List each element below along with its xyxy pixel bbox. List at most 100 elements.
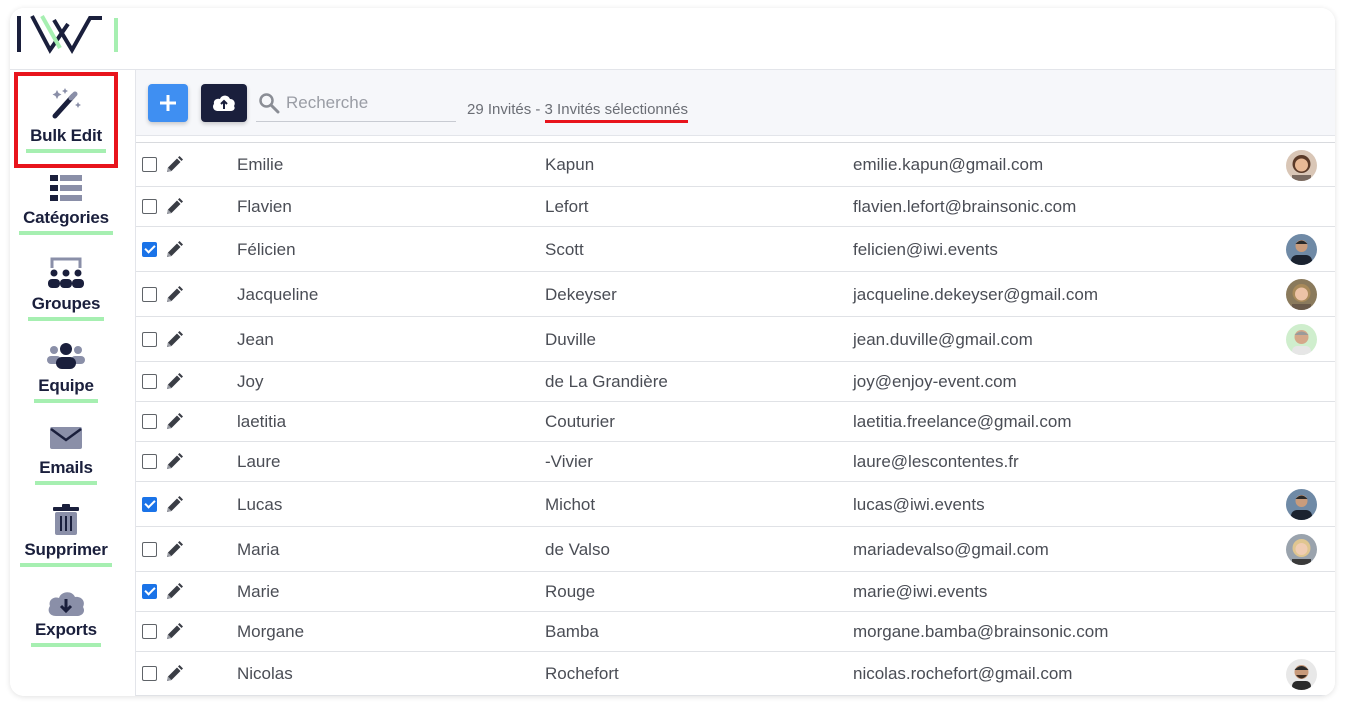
- team-icon: [47, 343, 85, 369]
- list-icon: [50, 175, 82, 201]
- row-checkbox[interactable]: [142, 286, 157, 302]
- app-window: Bulk Edit Catégories Groupes Equipe Emai…: [10, 8, 1335, 696]
- import-button[interactable]: [201, 84, 247, 122]
- last-name-cell: Couturier: [545, 412, 615, 431]
- first-name-cell: Flavien: [237, 197, 292, 216]
- table-row: Jacqueline Dekeyser jacqueline.dekeyser@gm…: [136, 272, 1335, 317]
- edit-pencil-icon[interactable]: [164, 285, 184, 305]
- table-row: Jean Duville jean.duville@gmail.com: [136, 317, 1335, 362]
- first-name-cell: Joy: [237, 372, 264, 391]
- email-cell: jacqueline.dekeyser@gmail.com: [853, 284, 1098, 304]
- email-cell: laure@lescontentes.fr: [853, 452, 1019, 471]
- row-checkbox[interactable]: [142, 331, 157, 347]
- edit-pencil-icon[interactable]: [164, 540, 184, 560]
- envelope-icon: [50, 427, 82, 449]
- email-cell: emilie.kapun@gmail.com: [853, 155, 1044, 174]
- first-name-cell: Morgane: [237, 622, 305, 641]
- row-checkbox[interactable]: [142, 496, 157, 512]
- last-name-cell: -Vivier: [545, 452, 593, 471]
- email-cell: nicolas.rochefort@gmail.com: [853, 664, 1073, 683]
- toolbar: 29 Invités - 3 Invités sélectionnés: [136, 70, 1335, 136]
- first-name-cell: Jacqueline: [237, 284, 319, 304]
- row-checkbox[interactable]: [142, 241, 157, 257]
- selected-count: 3 Invités sélectionnés: [544, 101, 688, 123]
- edit-pencil-icon[interactable]: [164, 495, 184, 515]
- edit-pencil-icon[interactable]: [164, 372, 184, 392]
- table-row: Maria de Valso mariadevalso@gmail.com: [136, 527, 1335, 572]
- last-name-cell: Duville: [545, 329, 597, 349]
- row-checkbox[interactable]: [142, 374, 157, 389]
- first-name-cell: Lucas: [237, 494, 283, 514]
- plus-icon: [160, 95, 176, 111]
- sidebar-item-delete[interactable]: Supprimer: [10, 504, 122, 567]
- edit-pencil-icon[interactable]: [164, 622, 184, 642]
- trash-icon: [53, 504, 79, 535]
- cloud-download-icon: [48, 592, 85, 616]
- email-cell: lucas@iwi.events: [853, 494, 985, 514]
- last-name-cell: Lefort: [545, 197, 589, 216]
- edit-pencil-icon[interactable]: [164, 155, 184, 175]
- sidebar-item-label: Supprimer: [20, 540, 112, 567]
- table-row: Nicolas Rochefort nicolas.rochefort@gmail.…: [136, 652, 1335, 696]
- top-bar: [10, 8, 1335, 70]
- cloud-upload-icon: [213, 95, 235, 111]
- table-row: Emilie Kapun emilie.kapun@gmail.com: [136, 143, 1335, 187]
- add-guest-button[interactable]: [148, 84, 188, 122]
- iwi-logo: [17, 15, 118, 54]
- table-row: Morgane Bamba morgane.bamba@brainsonic.com: [136, 612, 1335, 652]
- last-name-cell: Michot: [545, 494, 596, 514]
- email-cell: laetitia.freelance@gmail.com: [853, 412, 1072, 431]
- table-row: Flavien Lefort flavien.lefort@brainsonic.c…: [136, 187, 1335, 227]
- row-checkbox[interactable]: [142, 624, 157, 639]
- row-checkbox[interactable]: [142, 414, 157, 429]
- table-row: Lucas Michot lucas@iwi.events: [136, 482, 1335, 527]
- last-name-cell: Scott: [545, 239, 584, 259]
- edit-pencil-icon[interactable]: [164, 330, 184, 350]
- sidebar-item-label: Groupes: [27, 294, 105, 321]
- last-name-cell: Kapun: [545, 155, 595, 174]
- sidebar: Bulk Edit Catégories Groupes Equipe Emai…: [10, 70, 136, 696]
- row-checkbox[interactable]: [142, 584, 157, 599]
- sidebar-item-team[interactable]: Equipe: [10, 342, 122, 403]
- edit-pencil-icon[interactable]: [164, 197, 184, 217]
- row-checkbox[interactable]: [142, 541, 157, 557]
- groups-icon: [48, 257, 84, 288]
- row-checkbox[interactable]: [142, 157, 157, 172]
- table-row: Joy de La Grandière joy@enjoy-event.com: [136, 362, 1335, 402]
- email-cell: joy@enjoy-event.com: [853, 372, 1017, 391]
- edit-pencil-icon[interactable]: [164, 664, 184, 684]
- first-name-cell: Félicien: [237, 239, 296, 259]
- last-name-cell: Dekeyser: [545, 284, 617, 304]
- first-name-cell: Nicolas: [237, 664, 293, 683]
- row-checkbox[interactable]: [142, 199, 157, 214]
- magic-wand-icon: [52, 88, 81, 119]
- table-row: Marie Rouge marie@iwi.events: [136, 572, 1335, 612]
- email-cell: flavien.lefort@brainsonic.com: [853, 197, 1077, 216]
- sidebar-item-label: Equipe: [34, 376, 98, 403]
- edit-pencil-icon[interactable]: [164, 582, 184, 602]
- table-row: Laure -Vivier laure@lescontentes.fr: [136, 442, 1335, 482]
- last-name-cell: Bamba: [545, 622, 599, 641]
- sidebar-item-label: Bulk Edit: [26, 126, 106, 153]
- row-checkbox[interactable]: [142, 666, 157, 681]
- sidebar-item-label: Exports: [31, 620, 101, 647]
- email-cell: felicien@iwi.events: [853, 239, 998, 259]
- first-name-cell: Jean: [237, 329, 274, 349]
- sidebar-item-exports[interactable]: Exports: [10, 588, 122, 647]
- sidebar-item-emails[interactable]: Emails: [10, 424, 122, 485]
- first-name-cell: Maria: [237, 539, 280, 559]
- avatar: [1286, 279, 1317, 310]
- email-cell: mariadevalso@gmail.com: [853, 539, 1049, 559]
- email-cell: jean.duville@gmail.com: [853, 329, 1033, 349]
- edit-pencil-icon[interactable]: [164, 412, 184, 432]
- search-input[interactable]: [286, 90, 451, 116]
- sidebar-item-groups[interactable]: Groupes: [10, 256, 122, 321]
- sidebar-item-categories[interactable]: Catégories: [10, 174, 122, 235]
- first-name-cell: Emilie: [237, 155, 284, 174]
- edit-pencil-icon[interactable]: [164, 452, 184, 472]
- sidebar-item-bulk-edit[interactable]: Bulk Edit: [14, 72, 118, 168]
- last-name-cell: Rouge: [545, 582, 596, 601]
- edit-pencil-icon[interactable]: [164, 240, 184, 260]
- row-checkbox[interactable]: [142, 454, 157, 469]
- search-icon: [259, 93, 280, 114]
